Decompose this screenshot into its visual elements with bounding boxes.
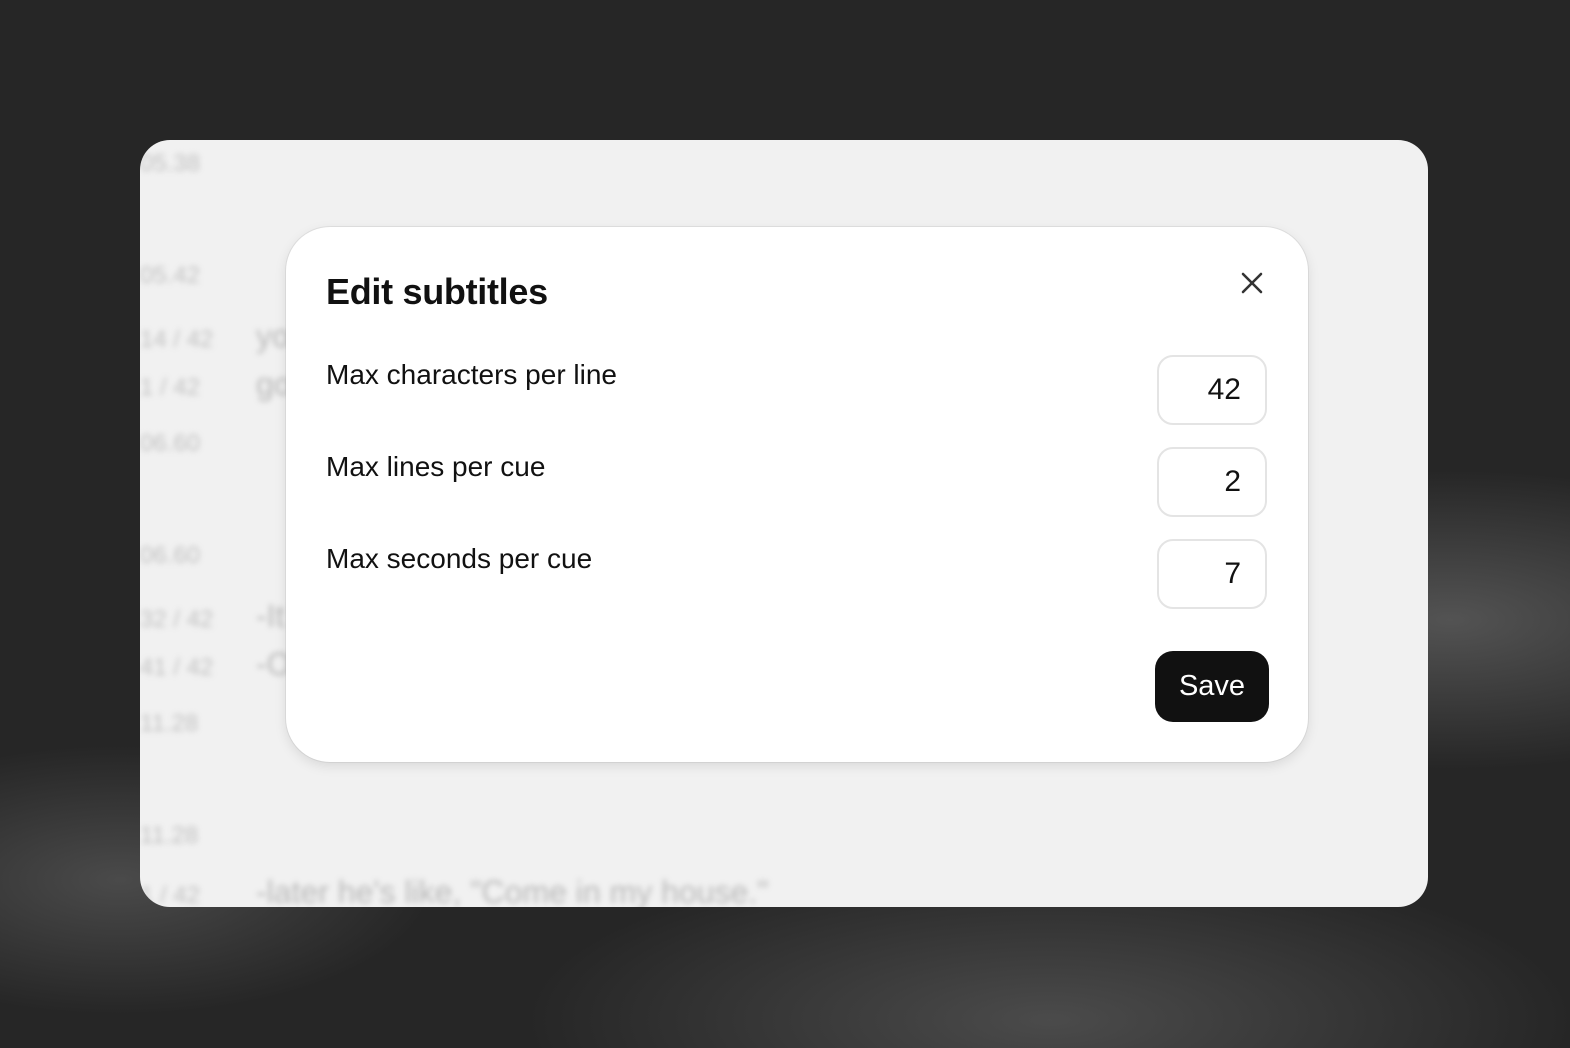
field-row-max-seconds: Max seconds per cue bbox=[286, 539, 1308, 611]
cue-line-text: -later he's like, "Come in my house." bbox=[256, 874, 769, 907]
max-lines-label: Max lines per cue bbox=[326, 451, 546, 482]
line-char-count: 14 / 42 bbox=[140, 326, 214, 353]
cue-timestamp: 11.28 bbox=[140, 822, 199, 849]
max-seconds-input[interactable] bbox=[1157, 539, 1267, 609]
max-characters-input[interactable] bbox=[1157, 355, 1267, 425]
field-row-max-lines: Max lines per cue bbox=[286, 447, 1308, 519]
line-char-count: 1 / 42 bbox=[140, 374, 201, 401]
line-char-count: 41 / 42 bbox=[140, 654, 214, 681]
cue-line-text: yo bbox=[256, 318, 290, 354]
cue-line-text: -It bbox=[256, 598, 285, 634]
edit-subtitles-dialog: Edit subtitles Max characters per line M… bbox=[286, 227, 1308, 762]
max-seconds-label: Max seconds per cue bbox=[326, 543, 593, 574]
cue-timestamp: 05.38 bbox=[140, 150, 201, 177]
line-char-count: 32 / 42 bbox=[140, 606, 214, 633]
cue-timestamp: 06.60 bbox=[140, 430, 201, 457]
close-button[interactable] bbox=[1236, 267, 1268, 299]
max-lines-input[interactable] bbox=[1157, 447, 1267, 517]
dialog-title: Edit subtitles bbox=[326, 271, 548, 312]
field-row-max-characters: Max characters per line bbox=[286, 355, 1308, 427]
line-char-count: 1 / 42 bbox=[140, 882, 201, 907]
cue-timestamp: 11.28 bbox=[140, 710, 199, 737]
cue-timestamp: 06.60 bbox=[140, 542, 201, 569]
max-characters-label: Max characters per line bbox=[326, 359, 618, 390]
close-icon bbox=[1241, 272, 1263, 294]
save-button[interactable]: Save bbox=[1155, 651, 1269, 722]
cue-timestamp: 05.42 bbox=[140, 262, 201, 289]
